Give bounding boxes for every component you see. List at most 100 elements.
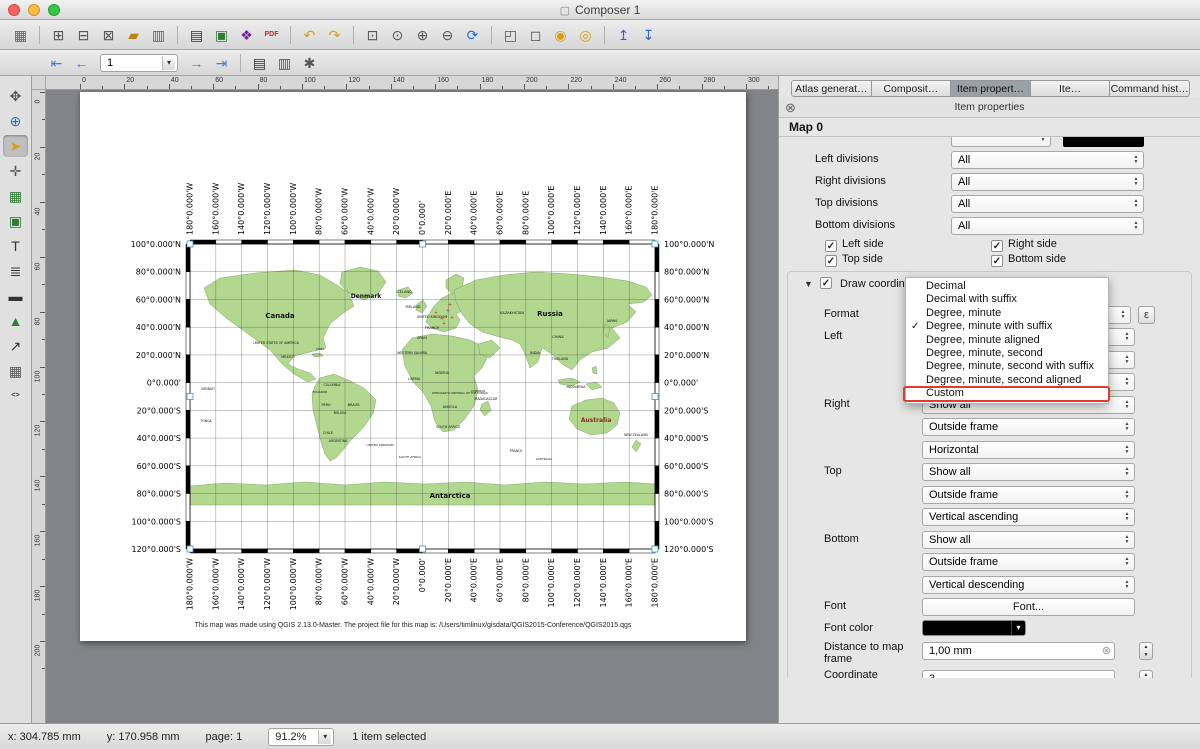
- format-menu-item-degree-minute-second-aligned[interactable]: Degree, minute, second aligned: [906, 374, 1108, 387]
- selection-handle[interactable]: [187, 394, 193, 400]
- zoom-level-combobox[interactable]: 91.2% ▾: [268, 728, 334, 746]
- previous-feature-button[interactable]: ←: [69, 52, 94, 74]
- atlas-page-combobox[interactable]: 1▾: [100, 54, 178, 72]
- bottom-option-1-select[interactable]: Show all▲▼: [922, 531, 1135, 549]
- format-menu-item-degree-minute-second-with-suffix[interactable]: Degree, minute, second with suffix: [906, 360, 1108, 373]
- format-menu-item-degree-minute-aligned[interactable]: Degree, minute aligned: [906, 334, 1108, 347]
- left-divisions-select[interactable]: All▲▼: [951, 151, 1144, 169]
- first-feature-button[interactable]: ⇤: [44, 52, 69, 74]
- add-map-button[interactable]: ▦: [3, 185, 28, 207]
- load-template-button[interactable]: ▰: [121, 24, 146, 46]
- add-legend-button[interactable]: ≣: [3, 260, 28, 282]
- export-pdf-button[interactable]: PDF: [259, 24, 284, 46]
- add-arrow-button[interactable]: ↗: [3, 335, 28, 357]
- add-scalebar-button[interactable]: ▬: [3, 285, 28, 307]
- top-divisions-select[interactable]: All▲▼: [951, 195, 1144, 213]
- bottom-option-3-select[interactable]: Vertical descending▲▼: [922, 576, 1135, 594]
- composition-page[interactable]: 180°0.000'W180°0.000'W160°0.000'W160°0.0…: [80, 92, 746, 641]
- left-side-checkbox[interactable]: ✓: [825, 240, 837, 252]
- map-item[interactable]: 180°0.000'W180°0.000'W160°0.000'W160°0.0…: [80, 92, 746, 641]
- clipped-combobox[interactable]: ▲▼: [951, 137, 1051, 147]
- font-color-swatch[interactable]: ▾: [922, 620, 1026, 636]
- distance-input[interactable]: 1,00 mm ⊗: [922, 642, 1115, 660]
- save-composer-button[interactable]: ▦: [8, 24, 33, 46]
- export-svg-button[interactable]: ❖: [234, 24, 259, 46]
- move-item-content-tool[interactable]: ✛: [3, 160, 28, 182]
- selection-handle[interactable]: [652, 394, 658, 400]
- next-feature-button[interactable]: →: [184, 52, 209, 74]
- format-menu-item-custom[interactable]: Custom: [906, 387, 1108, 400]
- selection-handle[interactable]: [187, 241, 193, 247]
- tab-item-propert-[interactable]: Item propert…: [951, 80, 1031, 97]
- format-menu-item-degree-minute-second[interactable]: Degree, minute, second: [906, 347, 1108, 360]
- print-button[interactable]: ▤: [184, 24, 209, 46]
- collapse-arrow-icon[interactable]: ▼: [804, 279, 813, 289]
- zoom-out-button[interactable]: ⊖: [435, 24, 460, 46]
- composer-canvas[interactable]: 180°0.000'W180°0.000'W160°0.000'W160°0.0…: [46, 90, 778, 723]
- selection-handle[interactable]: [652, 546, 658, 552]
- bottom-side-checkbox[interactable]: ✓: [991, 255, 1003, 267]
- add-html-button[interactable]: <>: [3, 385, 28, 407]
- tab-command-hist-[interactable]: Command hist…: [1110, 80, 1190, 97]
- select-move-item-tool[interactable]: ➤: [3, 135, 28, 157]
- precision-input[interactable]: 3: [922, 670, 1115, 678]
- data-defined-expression-button[interactable]: ε: [1138, 306, 1155, 324]
- zoom-full-button[interactable]: ⊡: [360, 24, 385, 46]
- selection-handle[interactable]: [652, 241, 658, 247]
- lock-items-button[interactable]: ◉: [548, 24, 573, 46]
- precision-spinner[interactable]: ▲▼: [1139, 670, 1153, 678]
- select-items-button[interactable]: ◰: [498, 24, 523, 46]
- composer-manager-button[interactable]: ⊠: [96, 24, 121, 46]
- last-feature-button[interactable]: ⇥: [209, 52, 234, 74]
- add-label-button[interactable]: T: [3, 235, 28, 257]
- export-image-button[interactable]: ▣: [209, 24, 234, 46]
- bottom-option-2-select[interactable]: Outside frame▲▼: [922, 553, 1135, 571]
- format-menu-item-degree-minute[interactable]: Degree, minute: [906, 307, 1108, 320]
- selection-handle[interactable]: [420, 241, 426, 247]
- tab-ite-[interactable]: Ite…: [1031, 80, 1111, 97]
- deselect-all-button[interactable]: ◻: [523, 24, 548, 46]
- duplicate-composer-button[interactable]: ⊟: [71, 24, 96, 46]
- redo-button[interactable]: ↷: [322, 24, 347, 46]
- export-atlas-button[interactable]: ▥: [272, 52, 297, 74]
- font-button[interactable]: Font...: [922, 598, 1135, 616]
- clear-icon[interactable]: ⊗: [1102, 644, 1111, 657]
- tab-composit-[interactable]: Composit…: [872, 80, 952, 97]
- distance-spinner[interactable]: ▲▼: [1139, 642, 1153, 660]
- bottom-divisions-select[interactable]: All▲▼: [951, 217, 1144, 235]
- format-menu-item-decimal-with-suffix[interactable]: Decimal with suffix: [906, 293, 1108, 306]
- add-table-button[interactable]: ▦: [3, 360, 28, 382]
- raise-items-button[interactable]: ↥: [611, 24, 636, 46]
- atlas-settings-button[interactable]: ✱: [297, 52, 322, 74]
- selection-handle[interactable]: [187, 546, 193, 552]
- zoom-actual-button[interactable]: ⊙: [385, 24, 410, 46]
- top-option-3-select[interactable]: Vertical ascending▲▼: [922, 508, 1135, 526]
- close-panel-icon[interactable]: ⊗: [785, 97, 796, 118]
- undo-button[interactable]: ↶: [297, 24, 322, 46]
- new-composer-button[interactable]: ⊞: [46, 24, 71, 46]
- right-option-2-select[interactable]: Outside frame▲▼: [922, 418, 1135, 436]
- print-atlas-button[interactable]: ▤: [247, 52, 272, 74]
- tab-atlas-generat-[interactable]: Atlas generat…: [791, 80, 872, 97]
- right-divisions-select[interactable]: All▲▼: [951, 173, 1144, 191]
- top-side-checkbox[interactable]: ✓: [825, 255, 837, 267]
- zoom-in-button[interactable]: ⊕: [410, 24, 435, 46]
- toolbar-separator: [491, 26, 492, 44]
- format-menu-item-decimal[interactable]: Decimal: [906, 280, 1108, 293]
- unlock-items-button[interactable]: ◎: [573, 24, 598, 46]
- add-image-button[interactable]: ▣: [3, 210, 28, 232]
- right-side-checkbox[interactable]: ✓: [991, 240, 1003, 252]
- refresh-view-button[interactable]: ⟳: [460, 24, 485, 46]
- add-shape-button[interactable]: ▲: [3, 310, 28, 332]
- format-menu-item-degree-minute-with-suffix[interactable]: ✓Degree, minute with suffix: [906, 320, 1108, 333]
- clipped-color-swatch[interactable]: [1063, 137, 1144, 147]
- selection-handle[interactable]: [420, 546, 426, 552]
- lower-items-button[interactable]: ↧: [636, 24, 661, 46]
- zoom-tool[interactable]: ⊕: [3, 110, 28, 132]
- top-option-1-select[interactable]: Show all▲▼: [922, 463, 1135, 481]
- draw-coordinates-checkbox[interactable]: ✓: [820, 277, 832, 289]
- save-template-button[interactable]: ▥: [146, 24, 171, 46]
- pan-tool[interactable]: ✥: [3, 85, 28, 107]
- top-option-2-select[interactable]: Outside frame▲▼: [922, 486, 1135, 504]
- right-option-3-select[interactable]: Horizontal▲▼: [922, 441, 1135, 459]
